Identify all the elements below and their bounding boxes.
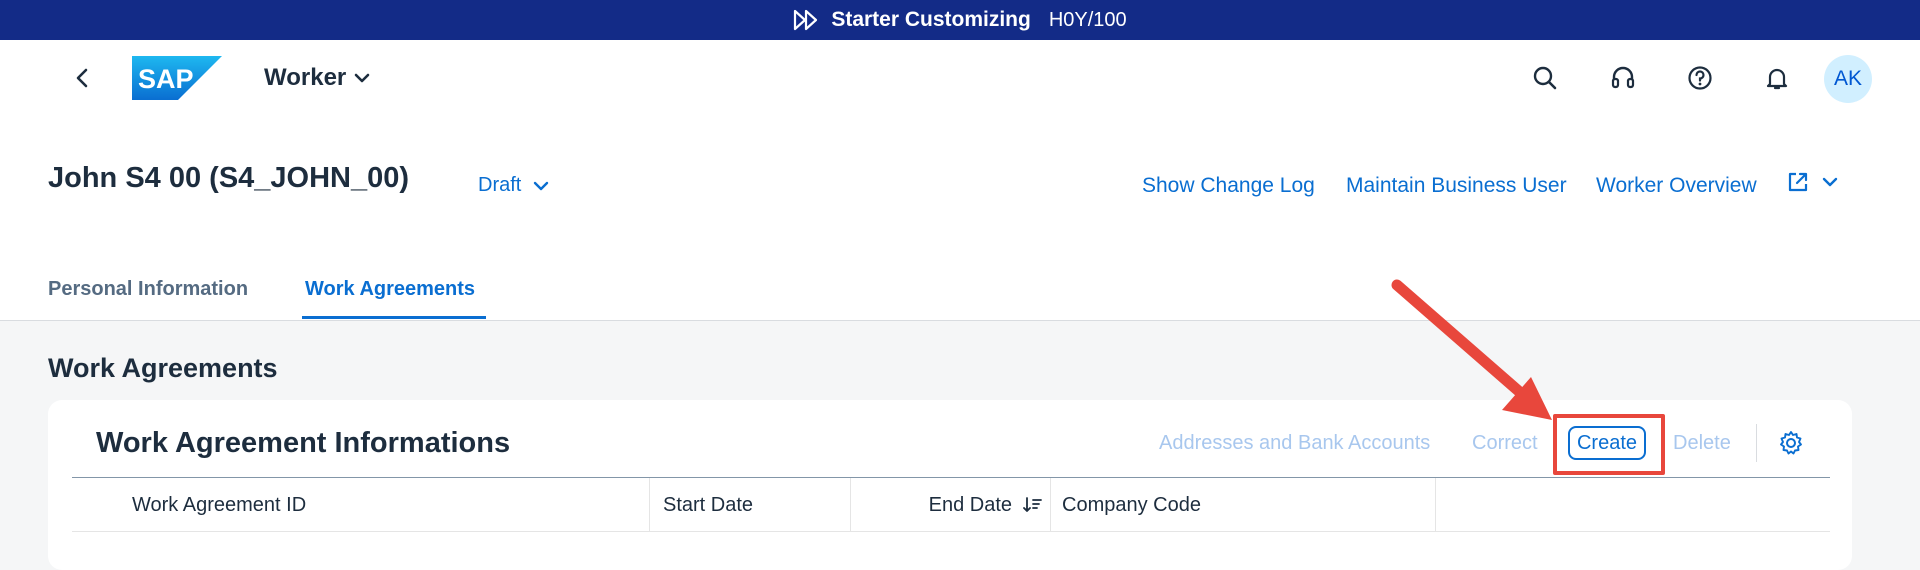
app-title: Worker xyxy=(264,64,347,91)
help-button[interactable] xyxy=(1682,60,1718,96)
column-header-company-code[interactable]: Company Code xyxy=(1062,478,1201,532)
column-header-work-agreement-id[interactable]: Work Agreement ID xyxy=(132,478,306,532)
gear-icon xyxy=(1780,431,1802,455)
search-button[interactable] xyxy=(1527,60,1563,96)
column-header-start-date[interactable]: Start Date xyxy=(663,478,753,532)
active-tab-indicator xyxy=(302,316,486,319)
sap-logo[interactable]: SAP xyxy=(132,56,222,100)
sort-descending-icon xyxy=(1023,497,1042,512)
shell-bar: SAP Worker AK xyxy=(0,40,1920,116)
column-divider xyxy=(850,478,851,532)
chevron-left-icon xyxy=(76,68,88,88)
share-icon xyxy=(1788,172,1808,192)
back-button[interactable] xyxy=(68,62,96,94)
tab-work-agreements[interactable]: Work Agreements xyxy=(305,278,475,301)
user-avatar[interactable]: AK xyxy=(1824,55,1872,103)
column-divider xyxy=(1050,478,1051,532)
support-button[interactable] xyxy=(1605,60,1641,96)
draft-status-label: Draft xyxy=(478,174,522,196)
addresses-and-bank-accounts-button[interactable]: Addresses and Bank Accounts xyxy=(1159,432,1430,455)
column-divider xyxy=(1435,478,1436,532)
headset-icon xyxy=(1611,66,1635,89)
worker-overview-link[interactable]: Worker Overview xyxy=(1596,174,1757,198)
banner-system: H0Y/100 xyxy=(1048,8,1127,31)
chevron-down-icon xyxy=(1822,177,1838,187)
maintain-business-user-link[interactable]: Maintain Business User xyxy=(1346,174,1567,198)
end-date-label: End Date xyxy=(928,493,1012,516)
share-menu-button[interactable] xyxy=(1786,170,1838,194)
chevron-down-icon xyxy=(534,181,549,190)
draft-status-menu[interactable]: Draft xyxy=(478,174,549,197)
delete-button[interactable]: Delete xyxy=(1673,432,1731,455)
banner-title: Starter Customizing xyxy=(831,8,1031,31)
bell-icon xyxy=(1766,68,1788,90)
notifications-button[interactable] xyxy=(1759,60,1795,96)
chevron-down-icon xyxy=(354,73,370,83)
fast-forward-icon xyxy=(793,7,819,33)
tab-personal-information[interactable]: Personal Information xyxy=(48,278,248,301)
app-title-menu[interactable]: Worker xyxy=(264,60,370,96)
column-header-end-date[interactable]: End Date xyxy=(872,478,1042,532)
table-title: Work Agreement Informations xyxy=(96,427,511,459)
search-icon xyxy=(1533,66,1557,90)
show-change-log-link[interactable]: Show Change Log xyxy=(1142,174,1315,198)
system-banner: Starter Customizing H0Y/100 xyxy=(0,0,1920,40)
correct-button[interactable]: Correct xyxy=(1472,432,1538,455)
toolbar-separator xyxy=(1756,424,1757,462)
section-title: Work Agreements xyxy=(48,353,278,383)
work-agreement-table-card: Work Agreement Informations Addresses an… xyxy=(48,400,1852,570)
table-settings-button[interactable] xyxy=(1776,428,1806,458)
column-divider xyxy=(649,478,650,532)
table-header-row: Work Agreement ID Start Date End Date Co… xyxy=(72,477,1830,532)
help-icon xyxy=(1688,66,1712,90)
object-header: John S4 00 (S4_JOHN_00) Draft Show Chang… xyxy=(0,116,1920,321)
page-title: John S4 00 (S4_JOHN_00) xyxy=(48,162,410,194)
svg-text:SAP: SAP xyxy=(138,64,194,94)
create-button[interactable]: Create xyxy=(1568,426,1646,460)
